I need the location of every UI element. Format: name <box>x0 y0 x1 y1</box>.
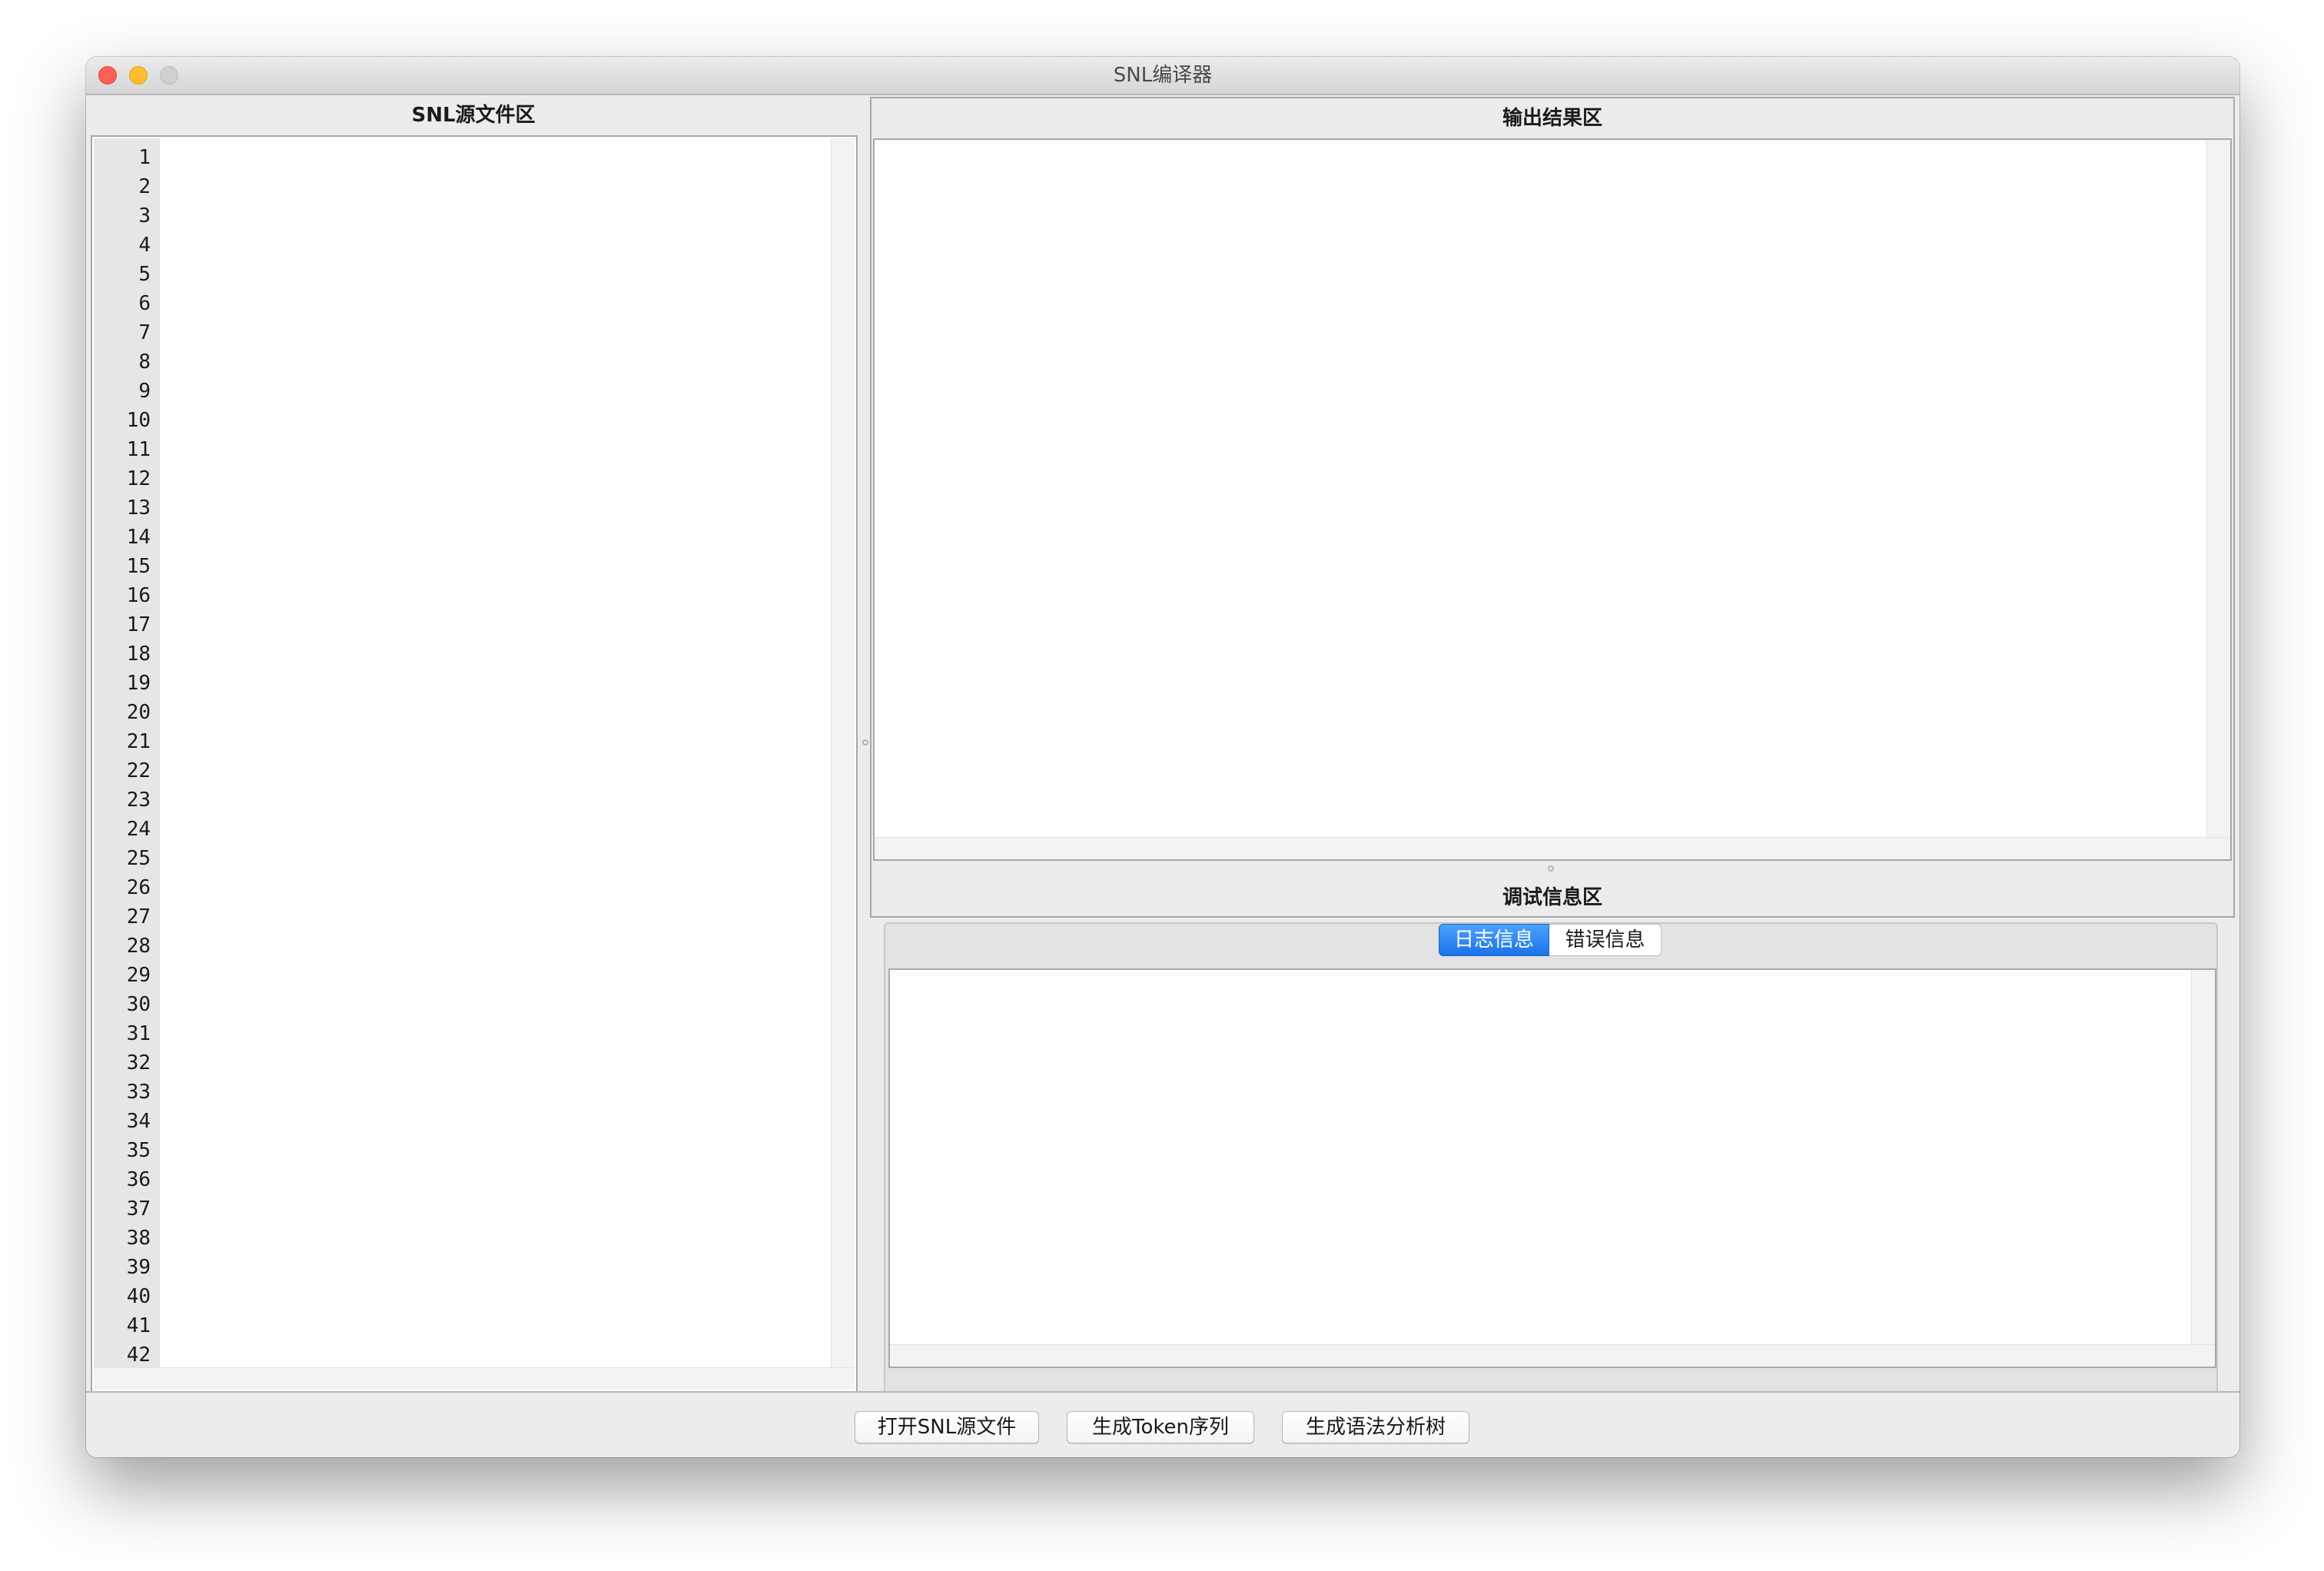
line-number: 32 <box>126 1051 151 1074</box>
line-number: 26 <box>126 876 151 899</box>
line-number: 36 <box>126 1168 151 1191</box>
line-number: 31 <box>126 1022 151 1045</box>
line-number: 35 <box>126 1139 151 1162</box>
debug-panel-title: 调试信息区 <box>1502 886 1602 909</box>
debug-horizontal-scrollbar[interactable] <box>890 1344 2215 1367</box>
line-number: 19 <box>126 672 151 695</box>
line-number: 33 <box>126 1081 151 1104</box>
open-snl-file-button[interactable]: 打开SNL源文件 <box>855 1411 1039 1443</box>
debug-vertical-scrollbar[interactable] <box>2191 970 2215 1345</box>
line-number: 5 <box>138 263 151 286</box>
line-number: 22 <box>126 759 151 782</box>
generate-syntax-tree-button[interactable]: 生成语法分析树 <box>1282 1411 1469 1443</box>
output-vertical-scrollbar[interactable] <box>2206 140 2230 838</box>
vertical-splitter-handle[interactable] <box>862 739 868 746</box>
title-bar[interactable]: SNL编译器 <box>86 57 2239 95</box>
line-number: 39 <box>126 1256 151 1279</box>
line-number: 21 <box>126 730 151 753</box>
line-number: 4 <box>138 234 151 257</box>
line-number: 41 <box>126 1314 151 1337</box>
source-vertical-scrollbar[interactable] <box>831 138 855 1368</box>
output-panel-title: 输出结果区 <box>1502 107 1602 130</box>
window-title: SNL编译器 <box>1113 64 1213 87</box>
line-number: 17 <box>126 613 151 636</box>
line-number: 34 <box>126 1110 151 1133</box>
tab-error-info[interactable]: 错误信息 <box>1549 924 1662 956</box>
line-number: 30 <box>126 993 151 1016</box>
line-number: 6 <box>138 292 151 315</box>
line-number: 28 <box>126 935 151 958</box>
line-number: 15 <box>126 555 151 578</box>
line-number: 38 <box>126 1227 151 1250</box>
line-number: 3 <box>138 204 151 228</box>
line-number: 1 <box>138 146 151 169</box>
debug-log-text-area[interactable] <box>888 968 2216 1368</box>
line-number: 42 <box>126 1343 151 1367</box>
line-number: 14 <box>126 526 151 549</box>
line-number: 9 <box>138 380 151 403</box>
line-number: 25 <box>126 847 151 870</box>
line-number: 20 <box>126 701 151 724</box>
horizontal-splitter-handle[interactable] <box>1548 865 1554 872</box>
line-number: 27 <box>126 905 151 928</box>
line-number: 16 <box>126 584 151 607</box>
line-number: 8 <box>138 350 151 374</box>
output-text-area[interactable] <box>873 138 2232 861</box>
line-number: 10 <box>126 409 151 432</box>
source-panel-title: SNL源文件区 <box>411 104 536 127</box>
line-number: 18 <box>126 643 151 666</box>
source-text-area[interactable] <box>160 138 830 1368</box>
line-number: 37 <box>126 1197 151 1221</box>
line-number: 40 <box>126 1285 151 1308</box>
line-number: 11 <box>126 438 151 461</box>
line-number: 29 <box>126 964 151 987</box>
app-window: SNL编译器 SNL源文件区 1 2 3 4 5 6 7 8 9 10 11 12 13 14 15 16 17… <box>86 57 2239 1457</box>
line-number: 23 <box>126 789 151 812</box>
line-number: 7 <box>138 321 151 344</box>
line-number: 12 <box>126 467 151 490</box>
source-editor[interactable]: 1 2 3 4 5 6 7 8 9 10 11 12 13 14 15 16 17 18 19 20 21 22 23 24 2… <box>91 135 858 1393</box>
line-number: 2 <box>138 175 151 198</box>
tab-log-info[interactable]: 日志信息 <box>1439 924 1549 956</box>
line-number-gutter: 1 2 3 4 5 6 7 8 9 10 11 12 13 14 15 16 17 18 19 20 21 22 23 24 2… <box>94 138 160 1368</box>
source-horizontal-scrollbar[interactable] <box>94 1367 855 1390</box>
line-number: 24 <box>126 818 151 841</box>
generate-token-button[interactable]: 生成Token序列 <box>1067 1411 1254 1443</box>
output-horizontal-scrollbar[interactable] <box>875 837 2230 859</box>
line-number: 13 <box>126 497 151 520</box>
